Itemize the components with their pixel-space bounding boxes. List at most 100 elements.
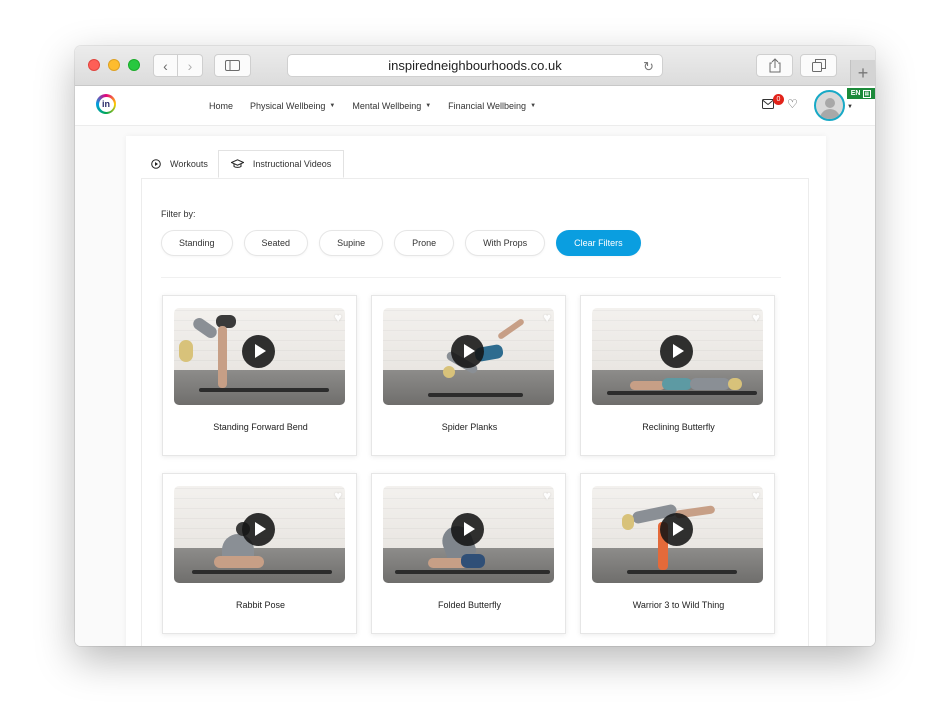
url-text: inspiredneighbourhoods.co.uk	[388, 58, 562, 73]
nav-item-physical-wellbeing[interactable]: Physical Wellbeing ▼	[250, 101, 335, 111]
play-icon[interactable]	[660, 335, 693, 368]
share-button[interactable]	[756, 54, 793, 77]
zoom-window-button[interactable]	[128, 59, 140, 71]
play-icon[interactable]	[451, 513, 484, 546]
chevron-right-icon: ›	[187, 57, 193, 74]
minimize-window-button[interactable]	[108, 59, 120, 71]
filter-chips: Standing Seated Supine Prone With Props …	[161, 230, 641, 256]
video-thumbnail[interactable]: ♥	[383, 308, 554, 405]
yoga-mat	[428, 393, 523, 397]
notification-badge: 0	[773, 94, 784, 105]
favourite-heart-icon[interactable]: ♥	[334, 310, 342, 325]
figure-shape	[461, 554, 485, 568]
video-card[interactable]: ♥ Spider Planks	[371, 295, 566, 456]
reload-icon[interactable]: ↻	[643, 59, 654, 75]
back-button[interactable]: ‹	[153, 54, 178, 77]
clear-filters-button[interactable]: Clear Filters	[556, 230, 641, 256]
figure-shape	[179, 340, 193, 362]
favourite-heart-icon[interactable]: ♥	[334, 488, 342, 503]
site-header: in Home Physical Wellbeing ▼ Mental Wellb…	[75, 86, 875, 126]
play-circle-icon	[151, 159, 161, 169]
favourite-heart-icon[interactable]: ♥	[543, 488, 551, 503]
favourite-heart-icon[interactable]: ♥	[752, 488, 760, 503]
nav-item-mental-wellbeing[interactable]: Mental Wellbeing ▼	[352, 101, 431, 111]
video-card[interactable]: ♥ Standing Forward Bend	[162, 295, 357, 456]
video-title: Warrior 3 to Wild Thing	[632, 600, 725, 610]
language-switcher[interactable]: EN ▦	[847, 88, 875, 99]
browser-toolbar: ‹ › inspiredneighbourhoods.co.uk ↻ +	[75, 46, 875, 86]
yoga-mat	[607, 391, 757, 395]
account-caret-down-icon[interactable]: ▼	[847, 104, 853, 110]
tabs-icon	[811, 59, 826, 72]
nav-item-home[interactable]: Home	[209, 101, 233, 111]
play-icon[interactable]	[242, 335, 275, 368]
video-card[interactable]: ♥ Reclining Butterfly	[580, 295, 775, 456]
sidebar-icon	[225, 60, 240, 71]
video-title: Standing Forward Bend	[213, 422, 308, 432]
tab-instructional-videos[interactable]: Instructional Videos	[217, 150, 345, 178]
new-tab-button[interactable]: +	[850, 60, 875, 86]
forward-button[interactable]: ›	[178, 54, 203, 77]
video-title: Spider Planks	[441, 422, 498, 432]
address-bar[interactable]: inspiredneighbourhoods.co.uk ↻	[287, 54, 663, 77]
logo-text: in	[98, 96, 114, 112]
video-thumbnail[interactable]: ♥	[592, 308, 763, 405]
caret-down-icon: ▼	[425, 102, 432, 109]
play-icon[interactable]	[660, 513, 693, 546]
figure-shape	[622, 514, 634, 530]
browser-window: ‹ › inspiredneighbourhoods.co.uk ↻ + in	[75, 46, 875, 646]
video-thumbnail[interactable]: ♥	[592, 486, 763, 583]
favourite-heart-icon[interactable]: ♥	[543, 310, 551, 325]
figure-shape	[443, 366, 455, 378]
figure-shape	[662, 378, 692, 390]
video-card[interactable]: ♥ Warrior 3 to Wild Thing	[580, 473, 775, 634]
avatar-head	[825, 98, 835, 108]
avatar-body	[820, 109, 840, 119]
yoga-mat	[627, 570, 737, 574]
user-avatar[interactable]	[814, 90, 845, 121]
site-logo[interactable]: in	[96, 94, 116, 114]
favourites-heart-icon[interactable]: ♡	[787, 97, 798, 111]
favourite-heart-icon[interactable]: ♥	[752, 310, 760, 325]
sign-language-icon: ▦	[862, 89, 872, 98]
chevron-left-icon: ‹	[163, 57, 168, 74]
tab-overview-button[interactable]	[800, 54, 837, 77]
video-thumbnail[interactable]: ♥	[174, 486, 345, 583]
main-nav: Home Physical Wellbeing ▼ Mental Wellbein…	[209, 86, 536, 125]
video-card[interactable]: ♥ Folded Butterfly	[371, 473, 566, 634]
tab-workouts[interactable]: Workouts	[141, 150, 218, 178]
filter-chip-with-props[interactable]: With Props	[465, 230, 546, 256]
divider	[161, 277, 781, 278]
filter-chip-supine[interactable]: Supine	[319, 230, 384, 256]
filter-chip-prone[interactable]: Prone	[394, 230, 455, 256]
play-icon[interactable]	[242, 513, 275, 546]
yoga-mat	[395, 570, 550, 574]
sidebar-toggle-button[interactable]	[214, 54, 251, 77]
yoga-mat	[199, 388, 329, 392]
video-title: Folded Butterfly	[437, 600, 502, 610]
figure-shape	[728, 378, 742, 390]
figure-shape	[690, 378, 730, 390]
video-card[interactable]: ♥ Rabbit Pose	[162, 473, 357, 634]
nav-item-financial-wellbeing[interactable]: Financial Wellbeing ▼	[448, 101, 536, 111]
video-title: Rabbit Pose	[235, 600, 286, 610]
video-thumbnail[interactable]: ♥	[174, 308, 345, 405]
video-tabs: Workouts Instructional Videos	[141, 150, 345, 178]
share-icon	[769, 58, 780, 73]
language-code: EN	[850, 90, 861, 97]
play-icon[interactable]	[451, 335, 484, 368]
screenshot-stage: ‹ › inspiredneighbourhoods.co.uk ↻ + in	[0, 0, 946, 716]
video-thumbnail[interactable]: ♥	[383, 486, 554, 583]
filter-chip-seated[interactable]: Seated	[243, 230, 309, 256]
figure-shape	[214, 556, 264, 568]
video-title: Reclining Butterfly	[642, 422, 715, 432]
figure-shape	[630, 381, 665, 390]
close-window-button[interactable]	[88, 59, 100, 71]
yoga-mat	[192, 570, 332, 574]
caret-down-icon: ▼	[329, 102, 336, 109]
figure-shape	[218, 326, 227, 388]
graduation-cap-icon	[230, 159, 244, 168]
caret-down-icon: ▼	[530, 102, 537, 109]
filter-label: Filter by:	[161, 209, 196, 219]
filter-chip-standing[interactable]: Standing	[161, 230, 233, 256]
